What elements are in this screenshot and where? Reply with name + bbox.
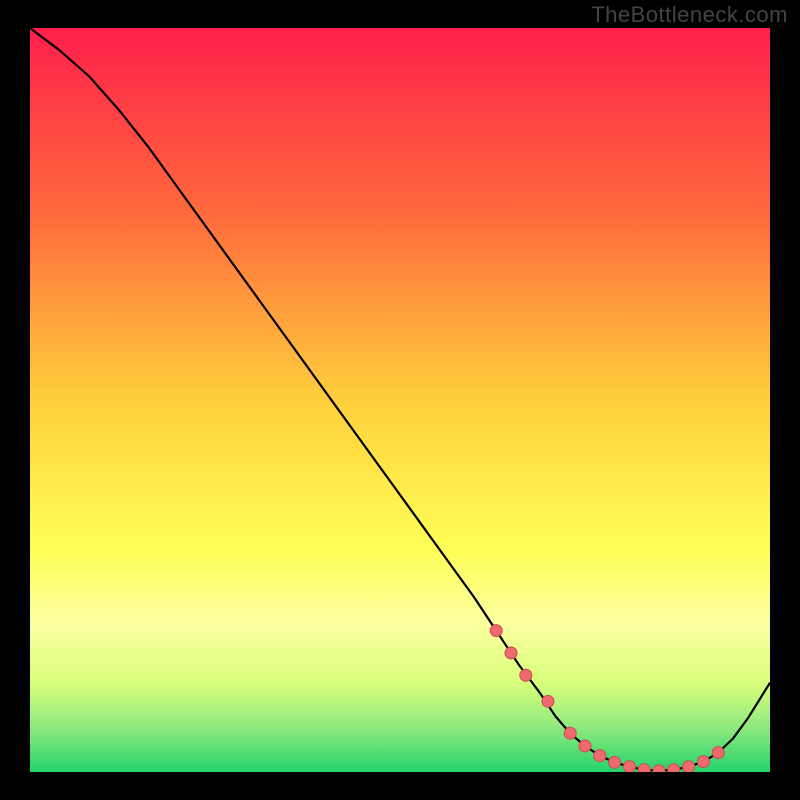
marker-point [712, 747, 724, 759]
watermark-label: TheBottleneck.com [591, 2, 788, 28]
marker-point [638, 764, 650, 772]
marker-point [505, 647, 517, 659]
plot-area [30, 28, 770, 772]
marker-point [609, 756, 621, 768]
marker-point [697, 756, 709, 768]
marker-point [623, 761, 635, 772]
marker-point [542, 695, 554, 707]
marker-point [594, 750, 606, 762]
marker-point [668, 764, 680, 772]
chart-frame: TheBottleneck.com [0, 0, 800, 800]
marker-point [564, 727, 576, 739]
marker-point [490, 625, 502, 637]
marker-point [653, 765, 665, 772]
plot-svg [30, 28, 770, 772]
marker-point [579, 740, 591, 752]
marker-point [520, 669, 532, 681]
gradient-background [30, 28, 770, 772]
marker-point [683, 761, 695, 772]
